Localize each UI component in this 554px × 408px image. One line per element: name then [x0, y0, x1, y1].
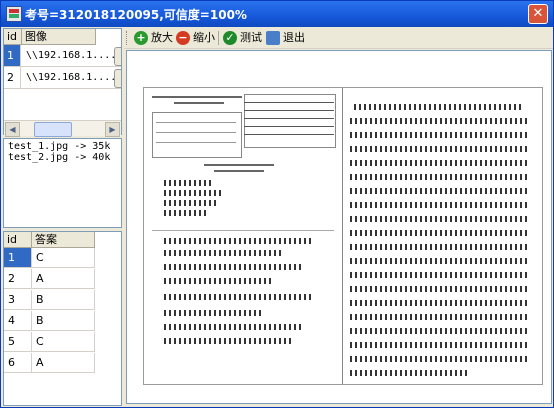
test-button[interactable]: ✓ 测试 — [223, 29, 262, 47]
image-grid-header-image[interactable]: 图像 — [22, 29, 96, 45]
zoom-in-label: 放大 — [151, 31, 173, 44]
toolbar-separator — [218, 31, 219, 45]
image-grid-hscrollbar[interactable]: ◀ ▶ — [4, 120, 121, 137]
toolbar: + 放大 − 缩小 ✓ 测试 退出 — [124, 28, 553, 49]
answer-row-value[interactable]: B — [32, 311, 95, 331]
answer-row[interactable]: 1 C — [4, 248, 121, 269]
image-row-path: \\192.168.1.... — [26, 72, 114, 83]
image-grid-row[interactable]: 1 \\192.168.1.... — [4, 45, 121, 67]
answer-row-value[interactable]: A — [32, 353, 95, 373]
main-window: 考号=312018120095,可信度=100% ✕ id 图像 1 \\192… — [0, 0, 554, 408]
window-title: 考号=312018120095,可信度=100% — [25, 8, 247, 22]
left-panel: id 图像 1 \\192.168.1.... 2 \\192.168.1...… — [3, 28, 122, 406]
log-line: test_2.jpg -> 40k — [8, 152, 111, 163]
exit-icon — [266, 31, 280, 45]
answer-row[interactable]: 6 A — [4, 353, 121, 374]
zoom-out-label: 缩小 — [193, 31, 215, 44]
zoom-in-button[interactable]: + 放大 — [134, 29, 173, 47]
answer-row-id: 6 — [4, 353, 32, 373]
answer-row[interactable]: 5 C — [4, 332, 121, 353]
scroll-left-icon[interactable]: ◀ — [5, 122, 20, 137]
close-button[interactable]: ✕ — [528, 4, 548, 24]
answer-row[interactable]: 4 B — [4, 311, 121, 332]
exit-button[interactable]: 退出 — [266, 29, 305, 47]
answer-grid-header-answer[interactable]: 答案 — [32, 232, 95, 248]
title-bar: 考号=312018120095,可信度=100% ✕ — [1, 1, 553, 27]
right-panel: + 放大 − 缩小 ✓ 测试 退出 — [124, 28, 553, 406]
image-grid-row[interactable]: 2 \\192.168.1.... — [4, 67, 121, 89]
answer-row-id: 3 — [4, 290, 32, 310]
answer-row-value[interactable]: B — [32, 290, 95, 310]
log-line: test_1.jpg -> 35k — [8, 141, 111, 152]
answer-sheet-image — [143, 87, 543, 385]
answer-row-value[interactable]: C — [32, 248, 95, 268]
app-icon — [6, 6, 22, 22]
answer-row-id: 1 — [4, 248, 32, 268]
image-grid-header-id[interactable]: id — [4, 29, 22, 45]
image-viewer[interactable] — [126, 50, 552, 404]
answer-row-value[interactable]: A — [32, 269, 95, 289]
image-row-path: \\192.168.1.... — [26, 50, 114, 61]
image-row-button[interactable] — [114, 69, 121, 88]
log-box[interactable]: test_1.jpg -> 35k test_2.jpg -> 40k — [3, 138, 122, 228]
answer-row-id: 2 — [4, 269, 32, 289]
answer-grid-header-id[interactable]: id — [4, 232, 32, 248]
answer-row[interactable]: 3 B — [4, 290, 121, 311]
image-row-id: 2 — [4, 67, 21, 88]
zoom-out-button[interactable]: − 缩小 — [176, 29, 215, 47]
toolbar-grip[interactable] — [126, 31, 130, 45]
answer-row-id: 5 — [4, 332, 32, 352]
check-icon: ✓ — [223, 31, 237, 45]
plus-icon: + — [134, 31, 148, 45]
answer-row-value[interactable]: C — [32, 332, 95, 352]
image-row-id: 1 — [4, 45, 21, 66]
scroll-thumb[interactable] — [34, 122, 72, 137]
answer-row[interactable]: 2 A — [4, 269, 121, 290]
image-row-button[interactable] — [114, 47, 121, 66]
test-label: 测试 — [240, 31, 262, 44]
answer-row-id: 4 — [4, 311, 32, 331]
scroll-right-icon[interactable]: ▶ — [105, 122, 120, 137]
answer-grid[interactable]: id 答案 1 C 2 A 3 B 4 B 5 C 6 A — [3, 231, 122, 406]
image-grid[interactable]: id 图像 1 \\192.168.1.... 2 \\192.168.1...… — [3, 28, 122, 137]
exit-label: 退出 — [283, 31, 305, 44]
minus-icon: − — [176, 31, 190, 45]
